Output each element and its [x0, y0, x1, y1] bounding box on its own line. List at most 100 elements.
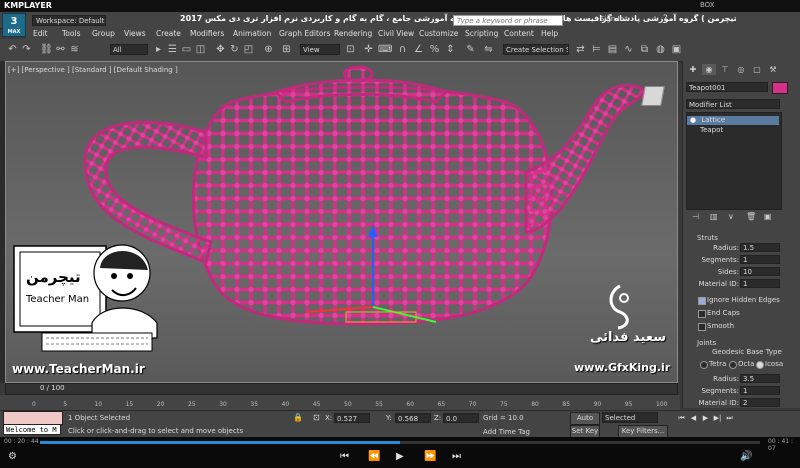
- rotate-icon[interactable]: ↻: [228, 43, 241, 56]
- player-progress-bar[interactable]: [40, 441, 760, 444]
- select-manipulate-icon[interactable]: ✛: [362, 43, 375, 56]
- tetra-radio[interactable]: [700, 361, 708, 369]
- player-volume-icon[interactable]: 🔊: [740, 451, 752, 462]
- layer-explorer-icon[interactable]: ▤: [606, 43, 619, 56]
- y-coord-field[interactable]: 0.568: [395, 413, 431, 423]
- viewport-label[interactable]: [+] [Perspective ] [Standard ] [Default …: [8, 66, 178, 74]
- struts-sides-spinner[interactable]: 10: [740, 267, 780, 276]
- struts-segments-spinner[interactable]: 1: [740, 255, 780, 264]
- menu-content[interactable]: Content: [504, 28, 534, 39]
- make-unique-icon[interactable]: ∨: [728, 212, 734, 221]
- reference-icon[interactable]: ⊞: [280, 43, 293, 56]
- redo-icon[interactable]: ↷: [20, 43, 33, 56]
- octa-radio[interactable]: [729, 361, 737, 369]
- menu-rendering[interactable]: Rendering: [334, 28, 372, 39]
- angle-snap-icon[interactable]: ∠: [412, 43, 425, 56]
- percent-snap-icon[interactable]: %: [428, 43, 441, 56]
- configure-modifier-sets-icon[interactable]: ▣: [764, 212, 772, 221]
- modifier-stack-item-lattice[interactable]: ● Lattice: [687, 116, 779, 125]
- go-to-start-icon[interactable]: ⏮: [676, 413, 687, 423]
- struts-material-id-spinner[interactable]: 1: [740, 279, 780, 288]
- place-icon[interactable]: ⊕: [262, 43, 275, 56]
- joints-segments-spinner[interactable]: 1: [740, 386, 780, 395]
- time-slider[interactable]: [5, 383, 678, 395]
- mirror-icon[interactable]: ⇋: [482, 43, 495, 56]
- modifier-list-dropdown[interactable]: Modifier List: [686, 99, 780, 109]
- menu-modifiers[interactable]: Modifiers: [190, 28, 224, 39]
- menu-create[interactable]: Create: [156, 28, 181, 39]
- render-setup-icon[interactable]: ▣: [670, 43, 683, 56]
- link-icon[interactable]: ⛓: [40, 43, 53, 56]
- menu-customize[interactable]: Customize: [419, 28, 458, 39]
- object-color-swatch[interactable]: [772, 82, 788, 94]
- joints-radius-spinner[interactable]: 3.5: [740, 374, 780, 383]
- align-icon[interactable]: ⊨: [590, 43, 603, 56]
- unlink-icon[interactable]: ⚯: [54, 43, 67, 56]
- named-selection-dropdown[interactable]: Create Selection Se: [503, 44, 569, 55]
- maxscript-welcome-field[interactable]: Welcome to M: [3, 424, 61, 435]
- select-object-icon[interactable]: ▸: [152, 43, 165, 56]
- player-forward-icon[interactable]: ⏩: [424, 451, 436, 462]
- menu-scripting[interactable]: Scripting: [465, 28, 498, 39]
- absolute-mode-icon[interactable]: ⊡: [313, 413, 320, 422]
- play-icon[interactable]: ▶: [700, 413, 711, 423]
- player-next-icon[interactable]: ⏭: [452, 451, 461, 462]
- lock-selection-icon[interactable]: 🔒: [293, 413, 303, 422]
- remove-modifier-icon[interactable]: 🗑: [746, 212, 756, 221]
- player-play-icon[interactable]: ▶: [396, 451, 404, 462]
- pin-stack-icon[interactable]: ⊣: [692, 212, 699, 221]
- menu-edit[interactable]: Edit: [33, 28, 48, 39]
- modify-tab-icon[interactable]: ◉: [702, 64, 716, 75]
- key-set-dropdown[interactable]: Selected: [602, 412, 658, 423]
- reference-coordinate-dropdown[interactable]: View: [300, 44, 340, 55]
- next-frame-icon[interactable]: ▶|: [712, 413, 723, 423]
- lightbulb-icon[interactable]: ●: [687, 116, 699, 124]
- player-rewind-icon[interactable]: ⏪: [368, 451, 380, 462]
- player-previous-icon[interactable]: ⏮: [340, 451, 349, 462]
- add-time-tag[interactable]: Add Time Tag: [483, 428, 530, 436]
- show-end-result-icon[interactable]: ▥: [710, 212, 718, 221]
- bind-space-warp-icon[interactable]: ≋: [68, 43, 81, 56]
- mirror-tool-icon[interactable]: ⇄: [574, 43, 587, 56]
- scale-icon[interactable]: ◰: [242, 43, 255, 56]
- display-tab-icon[interactable]: ▢: [750, 64, 764, 75]
- menu-tools[interactable]: Tools: [62, 28, 80, 39]
- maxscript-listener-input[interactable]: [3, 411, 63, 425]
- motion-tab-icon[interactable]: ◎: [734, 64, 748, 75]
- workspace-dropdown[interactable]: Workspace: Default: [32, 15, 106, 26]
- material-editor-icon[interactable]: ◍: [654, 43, 667, 56]
- schematic-view-icon[interactable]: ⧉: [638, 43, 651, 56]
- keyboard-shortcut-icon[interactable]: ⌨: [378, 43, 392, 56]
- menu-civil-view[interactable]: Civil View: [378, 28, 414, 39]
- app-menu-button[interactable]: 3 MAX: [2, 13, 26, 37]
- smooth-checkbox[interactable]: [698, 323, 706, 331]
- undo-icon[interactable]: ↶: [6, 43, 19, 56]
- modifier-stack-item-teapot[interactable]: Teapot: [700, 126, 723, 134]
- rectangular-selection-icon[interactable]: ▭: [180, 43, 193, 56]
- window-crossing-icon[interactable]: ◫: [194, 43, 207, 56]
- menu-graph-editors[interactable]: Graph Editors: [279, 28, 331, 39]
- go-to-end-icon[interactable]: ⏭: [724, 413, 735, 423]
- search-input[interactable]: Type a keyword or phrase: [453, 15, 563, 26]
- object-name-field[interactable]: Teapot001: [686, 82, 768, 92]
- sign-in-link[interactable]: Sign In: [600, 15, 624, 23]
- hierarchy-tab-icon[interactable]: ⊤: [718, 64, 732, 75]
- create-tab-icon[interactable]: ✚: [686, 64, 700, 75]
- x-coord-field[interactable]: 0.527: [334, 413, 370, 423]
- curve-editor-icon[interactable]: ∿: [622, 43, 635, 56]
- edit-named-selection-icon[interactable]: ✎: [464, 43, 477, 56]
- previous-frame-icon[interactable]: ◀: [688, 413, 699, 423]
- select-by-name-icon[interactable]: ☰: [166, 43, 179, 56]
- struts-radius-spinner[interactable]: 1.5: [740, 243, 780, 252]
- z-coord-field[interactable]: 0.0: [443, 413, 479, 423]
- spinner-snap-icon[interactable]: ⇕: [444, 43, 457, 56]
- pivot-center-icon[interactable]: ⊡: [344, 43, 357, 56]
- auto-key-button[interactable]: Auto Key: [570, 412, 600, 433]
- end-caps-checkbox[interactable]: [698, 310, 706, 318]
- menu-help[interactable]: Help: [541, 28, 558, 39]
- menu-group[interactable]: Group: [92, 28, 115, 39]
- player-settings-icon[interactable]: ⚙: [8, 451, 17, 462]
- joints-material-id-spinner[interactable]: 2: [740, 398, 780, 407]
- menu-animation[interactable]: Animation: [233, 28, 271, 39]
- viewcube[interactable]: [641, 86, 665, 106]
